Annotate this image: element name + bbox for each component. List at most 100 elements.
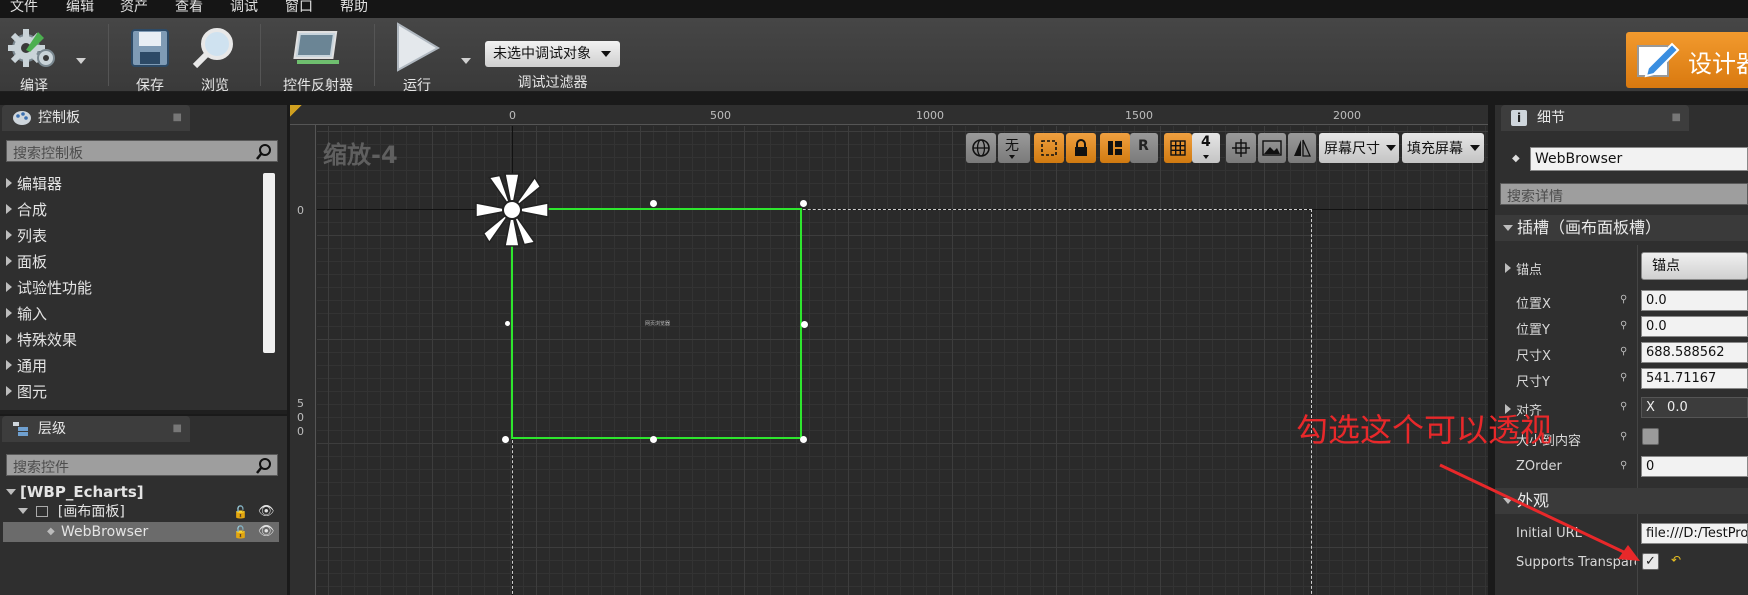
size-x-input[interactable]: 688.588562 [1641,342,1748,363]
menu-view[interactable]: 查看 [175,0,203,18]
localization-preview-button[interactable] [966,133,996,163]
grid-icon [1170,140,1186,156]
close-icon[interactable]: ■ [173,416,182,442]
debug-object-value: 未选中调试对象 [493,46,591,62]
palette-category-common[interactable]: 通用 [6,355,47,376]
webbrowser-widget[interactable]: 网页浏览器 [511,208,802,439]
tab-details[interactable]: i 细节 ■ [1501,105,1689,131]
menu-asset[interactable]: 资产 [120,0,148,18]
category-label: 图元 [17,383,48,401]
size-to-content-checkbox[interactable] [1642,428,1659,445]
panel-splitter[interactable] [0,410,287,414]
tab-hierarchy[interactable]: 层级 ■ [2,416,190,442]
tab-palette[interactable]: 控制板 ■ [2,105,190,131]
hierarchy-item-webbrowser[interactable]: ◆ WebBrowser 🔓 👁 [3,522,279,542]
anchors-label: 锚点 [1516,263,1543,278]
browse-button[interactable]: 浏览 [185,22,245,94]
position-x-input[interactable]: 0.0 [1641,290,1748,311]
respect-locks-button[interactable]: R [1130,133,1158,163]
bind-property-icon[interactable]: ⚲ [1620,373,1630,383]
size-y-input[interactable]: 541.71167 [1641,368,1748,389]
details-search-input[interactable]: 搜索详情 [1500,183,1748,205]
close-icon[interactable]: ■ [173,105,182,131]
palette-category-primitive[interactable]: 图元 [6,381,47,402]
palette-category-lists[interactable]: 列表 [6,225,47,246]
grid-snap-toggle[interactable] [1164,133,1192,163]
anchors-row[interactable]: 锚点 [1505,259,1542,278]
eye-icon[interactable]: 👁 [258,502,275,522]
anchors-dropdown[interactable]: 锚点 [1641,252,1748,280]
palette-category-editor[interactable]: 编辑器 [6,173,62,194]
hierarchy-search-input[interactable]: 搜索控件 [6,454,278,476]
resize-handle[interactable] [650,200,657,207]
category-label: 列表 [17,227,48,245]
bind-property-icon[interactable]: ⚲ [1620,321,1630,331]
menu-window[interactable]: 窗口 [285,0,313,18]
palette-scrollbar[interactable] [263,173,275,353]
flow-direction-select[interactable]: 无 [998,133,1030,163]
close-icon[interactable]: ■ [1672,105,1681,131]
resize-handle[interactable] [505,321,510,326]
hierarchy-icon [13,422,28,436]
resize-handle[interactable] [801,321,808,328]
screen-size-select[interactable]: 屏幕尺寸 [1319,133,1399,163]
lock-toggle-button[interactable] [1066,133,1096,163]
compile-options-arrow[interactable] [76,58,86,64]
palette-category-experimental[interactable]: 试验性功能 [6,277,92,298]
widget-reflector-button[interactable]: 控件反射器 [275,22,361,94]
grid-size-select[interactable]: 4 [1192,133,1220,163]
eye-icon[interactable]: 👁 [258,522,275,542]
palette-search-input[interactable]: 搜索控制板 [6,140,278,162]
bind-property-icon[interactable]: ⚲ [1620,347,1630,357]
play-icon [397,22,440,72]
zorder-input[interactable]: 0 [1641,456,1748,477]
unlock-icon[interactable]: 🔓 [233,502,248,522]
menu-debug[interactable]: 调试 [230,0,258,18]
fit-view-icon [1232,139,1250,157]
background-image-button[interactable] [1258,133,1286,163]
floppy-disk-icon [131,29,169,67]
widget-name-input[interactable]: WebBrowser [1530,147,1748,171]
alignment-x-input[interactable]: X 0.0 [1641,397,1748,418]
compile-button[interactable]: 编译 [4,22,64,94]
designer-mode-button[interactable]: 设计器 [1626,32,1748,88]
menu-help[interactable]: 帮助 [340,0,368,18]
resize-handle[interactable] [800,436,807,443]
bind-property-icon[interactable]: ⚲ [1620,295,1630,305]
palette-category-panel[interactable]: 面板 [6,251,47,272]
palette-category-input[interactable]: 输入 [6,303,47,324]
hierarchy-root[interactable]: [WBP_Echarts] [6,482,286,502]
widget-reflector-label: 控件反射器 [283,78,353,94]
lock-icon[interactable]: 🔓 [233,522,248,542]
anchor-icon[interactable] [472,170,552,250]
initial-url-input[interactable]: file:///D:/TestProj [1641,523,1748,544]
position-y-input[interactable]: 0.0 [1641,316,1748,337]
resize-handle[interactable] [800,200,807,207]
play-options-arrow[interactable] [461,58,471,64]
palette-category-composite[interactable]: 合成 [6,199,47,220]
bind-property-icon[interactable]: ⚲ [1620,402,1630,412]
menu-edit[interactable]: 编辑 [66,0,94,18]
fill-screen-select[interactable]: 填充屏幕 [1402,133,1484,163]
zoom-to-fit-button[interactable] [1226,133,1256,163]
debug-object-select[interactable]: 未选中调试对象 [485,41,620,67]
resize-handle[interactable] [650,436,657,443]
outline-toggle-button[interactable] [1034,133,1064,163]
details-search-placeholder: 搜索详情 [1507,189,1563,205]
play-button[interactable]: 运行 [385,22,449,94]
palette-category-special-effects[interactable]: 特殊效果 [6,329,77,350]
reset-to-default-icon[interactable]: ↶ [1671,553,1681,567]
mirror-button[interactable] [1288,133,1316,163]
search-icon [256,458,271,474]
root-label: [WBP_Echarts] [20,483,144,501]
webbrowser-label: WebBrowser [61,524,149,540]
resize-handle[interactable] [502,436,509,443]
slot-section-header[interactable]: 插槽（画布面板槽） [1495,215,1748,241]
menu-file[interactable]: 文件 [10,0,38,18]
hierarchy-item-canvas-panel[interactable]: [画布面板] 🔓 👁 [18,502,298,522]
bind-property-icon[interactable]: ⚲ [1620,432,1630,442]
layout-toggle-button[interactable] [1100,133,1130,163]
ruler-tick: 5 [297,397,304,410]
widget-bullet-icon: ◆ [47,526,55,537]
save-button[interactable]: 保存 [120,22,180,94]
